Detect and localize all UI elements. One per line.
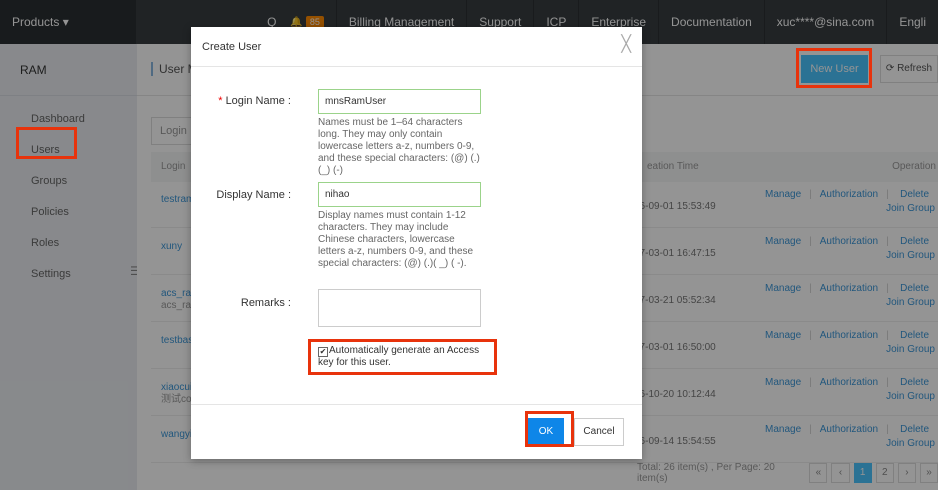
dialog-footer: OK Cancel — [191, 404, 642, 459]
dialog-header: Create User ╳ — [191, 27, 642, 67]
display-name-hint: Display names must contain 1-12 characte… — [318, 210, 474, 269]
close-icon[interactable]: ╳ — [621, 36, 631, 54]
highlight-ok — [525, 411, 574, 447]
remarks-label: Remarks : — [240, 297, 291, 309]
login-name-field[interactable]: mnsRamUser — [318, 89, 481, 114]
cancel-button[interactable]: Cancel — [574, 418, 624, 446]
highlight-auto-key — [308, 339, 497, 375]
remarks-textarea[interactable] — [318, 289, 481, 327]
highlight-new-user — [796, 48, 872, 88]
highlight-users — [16, 127, 77, 159]
display-name-field[interactable]: nihao — [318, 182, 481, 207]
required-mark: * — [218, 95, 223, 107]
login-name-label-text: Login Name : — [225, 95, 291, 107]
dialog-title: Create User — [202, 41, 262, 53]
create-user-dialog: Create User ╳ * Login Name : mnsRamUser … — [191, 27, 642, 459]
login-name-label: * Login Name : — [191, 95, 291, 107]
display-name-label: Display Name : — [216, 189, 291, 201]
login-name-hint: Names must be 1–64 characters long. They… — [318, 117, 480, 176]
